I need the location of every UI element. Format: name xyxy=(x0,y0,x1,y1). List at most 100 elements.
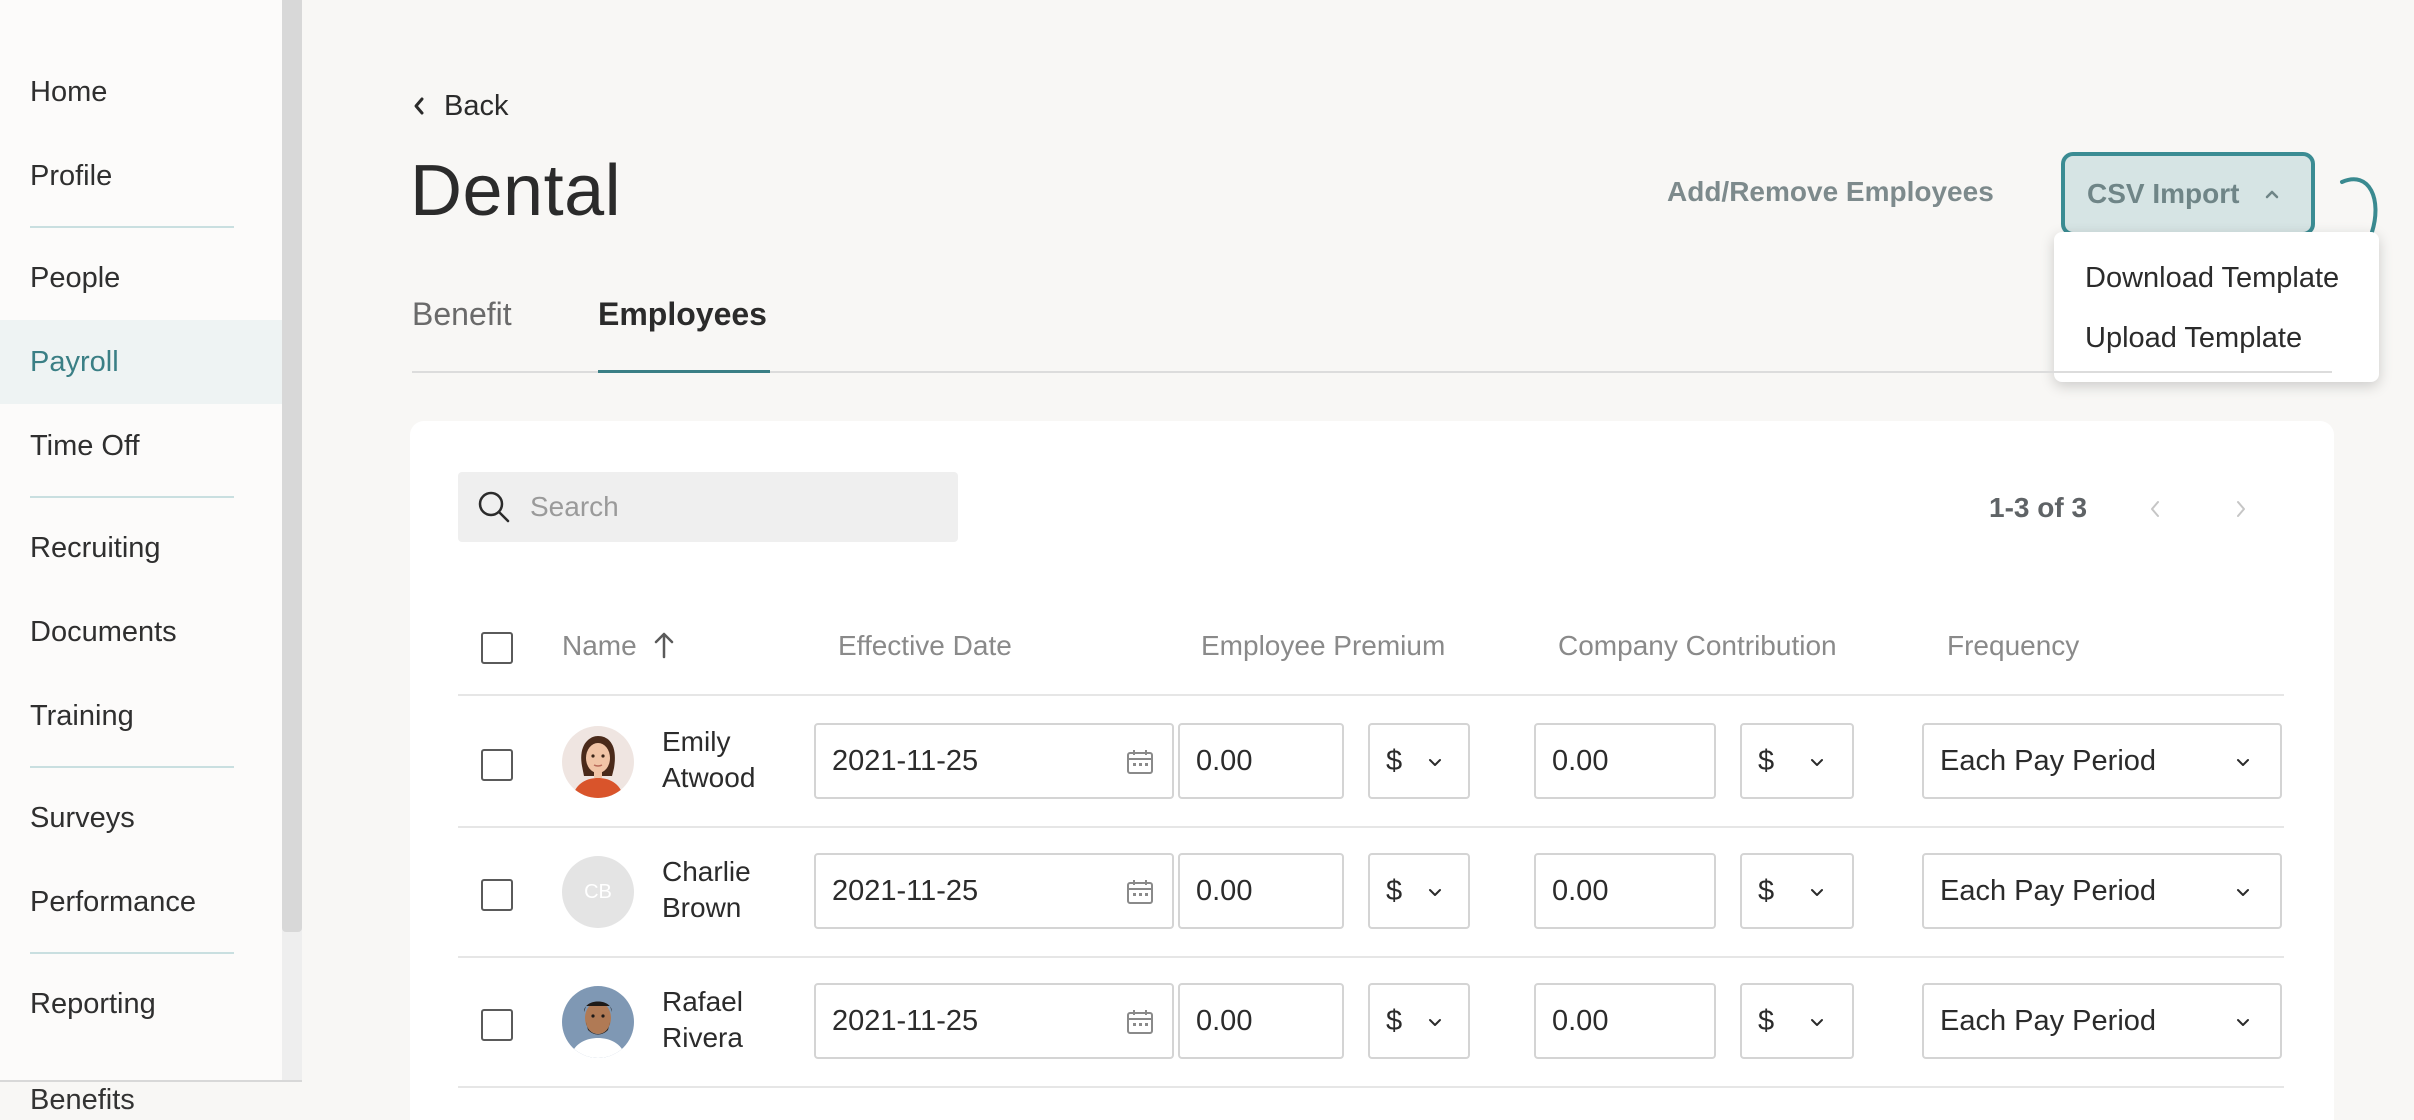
effective-date-input[interactable]: 2021-11-25 xyxy=(814,983,1174,1059)
column-header-frequency: Frequency xyxy=(1947,630,2080,661)
search-box[interactable] xyxy=(458,472,958,542)
chevron-down-icon xyxy=(1811,759,1823,766)
contribution-unit-select[interactable]: $ xyxy=(1740,853,1854,929)
contribution-unit-value: $ xyxy=(1758,1004,1775,1037)
tab-benefit[interactable]: Benefit xyxy=(412,296,512,333)
frequency-value: Each Pay Period xyxy=(1940,1004,2157,1037)
employee-first-name: Emily xyxy=(662,726,731,757)
select-all-checkbox[interactable] xyxy=(481,632,513,664)
back-link[interactable]: Back xyxy=(412,84,508,128)
employee-first-name: Charlie xyxy=(662,856,751,887)
row-divider xyxy=(458,1086,2284,1088)
sort-ascending-icon[interactable] xyxy=(653,630,675,660)
sidebar-item-recruiting[interactable]: Recruiting xyxy=(0,506,282,590)
chevron-left-icon xyxy=(2151,501,2159,517)
effective-date-input[interactable]: 2021-11-25 xyxy=(814,853,1174,929)
sidebar-divider xyxy=(30,766,234,768)
chevron-down-icon xyxy=(1429,759,1441,766)
chevron-down-icon xyxy=(1429,1019,1441,1026)
employee-last-name: Rivera xyxy=(662,1022,743,1053)
back-label: Back xyxy=(444,89,509,122)
premium-unit-value: $ xyxy=(1386,874,1403,907)
column-header-employee-premium: Employee Premium xyxy=(1201,630,1446,661)
employee-name[interactable]: Emily Atwood xyxy=(662,724,782,796)
premium-unit-value: $ xyxy=(1386,744,1403,777)
sidebar-scrollbar-thumb[interactable] xyxy=(282,0,302,932)
row-divider xyxy=(458,826,2284,828)
frequency-select[interactable]: Each Pay Period xyxy=(1922,983,2282,1059)
frequency-value: Each Pay Period xyxy=(1940,874,2157,907)
contribution-unit-value: $ xyxy=(1758,874,1775,907)
calendar-icon[interactable] xyxy=(1126,1009,1154,1035)
calendar-icon[interactable] xyxy=(1126,879,1154,905)
chevron-down-icon xyxy=(1429,889,1441,896)
search-icon xyxy=(478,491,510,523)
employee-name[interactable]: Rafael Rivera xyxy=(662,984,782,1056)
sidebar: Home Profile People Payroll Time Off Rec… xyxy=(0,0,282,1080)
sidebar-item-time-off[interactable]: Time Off xyxy=(0,404,282,488)
csv-import-button[interactable]: CSV Import xyxy=(2061,152,2315,236)
employee-premium-value: 0.00 xyxy=(1196,874,1253,907)
calendar-icon[interactable] xyxy=(1126,749,1154,775)
row-checkbox[interactable] xyxy=(481,879,513,911)
effective-date-value: 2021-11-25 xyxy=(832,1004,979,1037)
sidebar-item-cutoff[interactable]: Benefits xyxy=(30,1084,135,1117)
employee-first-name: Rafael xyxy=(662,986,743,1017)
sidebar-item-performance[interactable]: Performance xyxy=(0,860,282,944)
employee-last-name: Brown xyxy=(662,892,742,923)
effective-date-value: 2021-11-25 xyxy=(832,874,979,907)
chevron-down-icon xyxy=(2237,1019,2249,1026)
contribution-unit-select[interactable]: $ xyxy=(1740,983,1854,1059)
row-divider xyxy=(458,956,2284,958)
employee-name[interactable]: Charlie Brown xyxy=(662,854,782,926)
sidebar-item-documents[interactable]: Documents xyxy=(0,590,282,674)
premium-unit-value: $ xyxy=(1386,1004,1403,1037)
sidebar-item-reporting[interactable]: Reporting xyxy=(0,962,282,1046)
column-header-name[interactable]: Name xyxy=(562,630,637,662)
csv-import-menu: Download Template Upload Template xyxy=(2054,232,2379,382)
company-contribution-value: 0.00 xyxy=(1552,874,1609,907)
upload-template-item[interactable]: Upload Template xyxy=(2085,322,2302,355)
frequency-select[interactable]: Each Pay Period xyxy=(1922,853,2282,929)
employee-premium-input[interactable]: 0.00 xyxy=(1178,983,1344,1059)
chevron-down-icon xyxy=(2237,759,2249,766)
column-header-effective-date: Effective Date xyxy=(838,630,1012,661)
sidebar-item-home[interactable]: Home xyxy=(0,50,282,134)
tab-employees[interactable]: Employees xyxy=(598,296,767,333)
premium-unit-select[interactable]: $ xyxy=(1368,983,1470,1059)
row-checkbox[interactable] xyxy=(481,1009,513,1041)
employee-premium-value: 0.00 xyxy=(1196,1004,1253,1037)
chevron-down-icon xyxy=(1811,1019,1823,1026)
sidebar-item-people[interactable]: People xyxy=(0,236,282,320)
sidebar-item-training[interactable]: Training xyxy=(0,674,282,758)
sidebar-item-profile[interactable]: Profile xyxy=(0,134,282,218)
avatar-photo-emily xyxy=(562,726,634,798)
sidebar-divider xyxy=(30,952,234,954)
next-page-button[interactable] xyxy=(2226,494,2256,524)
frequency-value: Each Pay Period xyxy=(1940,744,2157,777)
chevron-left-icon xyxy=(414,97,424,115)
sidebar-item-payroll[interactable]: Payroll xyxy=(0,320,282,404)
prev-page-button[interactable] xyxy=(2140,494,2170,524)
sidebar-item-surveys[interactable]: Surveys xyxy=(0,776,282,860)
avatar-photo-rafael xyxy=(562,986,634,1058)
employee-premium-value: 0.00 xyxy=(1196,744,1253,777)
premium-unit-select[interactable]: $ xyxy=(1368,853,1470,929)
contribution-unit-select[interactable]: $ xyxy=(1740,723,1854,799)
company-contribution-input[interactable]: 0.00 xyxy=(1534,723,1716,799)
company-contribution-input[interactable]: 0.00 xyxy=(1534,853,1716,929)
add-remove-employees-button[interactable]: Add/Remove Employees xyxy=(1667,176,1994,208)
effective-date-input[interactable]: 2021-11-25 xyxy=(814,723,1174,799)
download-template-item[interactable]: Download Template xyxy=(2085,262,2339,295)
premium-unit-select[interactable]: $ xyxy=(1368,723,1470,799)
company-contribution-input[interactable]: 0.00 xyxy=(1534,983,1716,1059)
column-header-company-contribution: Company Contribution xyxy=(1558,630,1837,661)
frequency-select[interactable]: Each Pay Period xyxy=(1922,723,2282,799)
employee-premium-input[interactable]: 0.00 xyxy=(1178,723,1344,799)
row-checkbox[interactable] xyxy=(481,749,513,781)
employee-premium-input[interactable]: 0.00 xyxy=(1178,853,1344,929)
header-divider xyxy=(458,694,2284,696)
avatar-initials: CB xyxy=(584,880,612,903)
search-input[interactable] xyxy=(530,491,910,523)
avatar xyxy=(562,726,634,798)
